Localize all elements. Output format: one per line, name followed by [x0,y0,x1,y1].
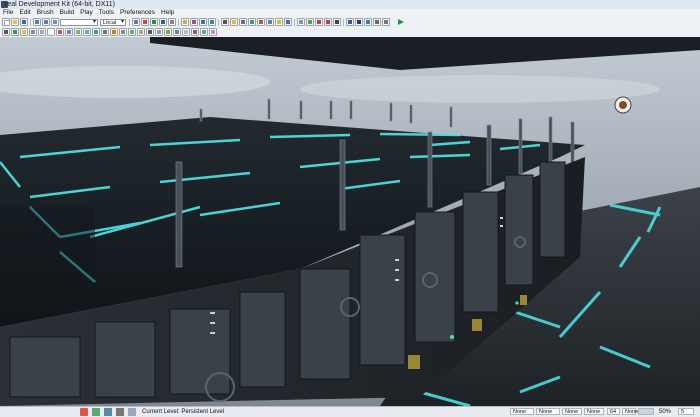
menu-item-tools[interactable]: Tools [99,9,114,17]
scene-render [0,37,700,406]
cloud [300,75,660,103]
maximize-viewport-icon[interactable] [146,28,154,36]
rotate-icon[interactable] [150,18,158,26]
grid-size-field[interactable]: 64 [607,408,620,415]
fov-icon[interactable] [137,28,145,36]
particles-icon[interactable] [209,28,217,36]
toolbar-divider [129,19,130,26]
build-lighting-icon[interactable] [275,18,283,26]
post-process-icon[interactable] [164,28,172,36]
lighting-icon[interactable] [230,18,238,26]
unlit-icon[interactable] [38,28,46,36]
settings-icon[interactable] [382,18,390,26]
current-level-value: Persistent Level [181,409,225,415]
reflection-icon[interactable] [83,28,91,36]
level-streaming-icon[interactable] [128,28,136,36]
menu-items: File Edit Brush Build Play Tools Preferences He… [3,9,180,17]
play-icon[interactable] [396,18,404,26]
mobile-icon[interactable] [364,18,372,26]
record-icon[interactable] [315,18,323,26]
scale-icon[interactable] [159,18,167,26]
preview-icon[interactable] [173,28,181,36]
menu-item-file[interactable]: File [3,9,13,17]
menu-item-preferences[interactable]: Preferences [120,9,155,17]
pc-icon[interactable] [346,18,354,26]
volumes-icon[interactable] [200,28,208,36]
slate-icon[interactable] [297,18,305,26]
redo-icon[interactable] [42,18,50,26]
menu-item-build[interactable]: Build [60,9,74,17]
fog-icon[interactable] [182,28,190,36]
status-bar: Current Level: Persistent Level None Non… [0,406,700,417]
content-browser-icon[interactable] [181,18,189,26]
save-icon[interactable] [20,18,28,26]
snap-toggle[interactable] [638,408,654,415]
game-view-icon[interactable] [92,28,100,36]
menu-item-help[interactable]: Help [161,9,174,17]
undo-icon[interactable] [33,18,41,26]
device-icon[interactable] [373,18,381,26]
wireframe-icon[interactable] [29,28,37,36]
rotation-snap-field[interactable]: 5 [678,408,694,415]
toolbar-divider [294,19,295,26]
geometry-icon[interactable] [239,18,247,26]
current-level-label: Current Level: [142,409,180,415]
snap-icon[interactable] [168,18,176,26]
matinee-icon[interactable] [199,18,207,26]
search-input[interactable] [60,19,98,26]
window-title: real Development Kit (64-bit, DX11) [5,1,115,8]
build-all-icon[interactable] [284,18,292,26]
camera-icon[interactable] [221,18,229,26]
realtime-icon[interactable] [306,18,314,26]
search-icon[interactable] [51,18,59,26]
stop-icon[interactable] [324,18,332,26]
grate-panel [0,207,95,307]
transform-mode-select[interactable]: Local [100,19,126,26]
pause-icon[interactable] [333,18,341,26]
snap-field-4[interactable]: None [584,408,604,415]
level-viewport[interactable] [0,37,700,406]
player-start-marker[interactable] [614,96,632,114]
grid-icon[interactable] [155,28,163,36]
toolbar-divider [178,19,179,26]
toolbar-divider [30,19,31,26]
cover-icon[interactable] [257,18,265,26]
kismet-icon[interactable] [190,18,198,26]
warning-icon[interactable] [80,408,88,416]
lit-icon[interactable] [20,28,28,36]
complexity-icon[interactable] [56,28,64,36]
menu-item-brush[interactable]: Brush [37,9,54,17]
bounds-icon[interactable] [191,28,199,36]
new-icon[interactable] [2,18,10,26]
snap-field-5[interactable]: None [622,408,638,415]
viewport-type-icon[interactable] [2,28,10,36]
console-icon[interactable] [355,18,363,26]
realtime-toggle-icon[interactable] [11,28,19,36]
texture-icon[interactable] [74,28,82,36]
build-icon[interactable] [92,408,100,416]
toolbar-divider [343,19,344,26]
paths-icon[interactable] [248,18,256,26]
lighting-only-icon[interactable] [47,28,55,36]
show-flags-icon[interactable] [119,28,127,36]
snap-field-2[interactable]: None [536,408,560,415]
open-icon[interactable] [11,18,19,26]
build-geometry-icon[interactable] [266,18,274,26]
snap-field-3[interactable]: None [562,408,582,415]
move-icon[interactable] [141,18,149,26]
camera-speed-icon[interactable] [101,28,109,36]
menu-item-edit[interactable]: Edit [19,9,30,17]
title-bar: real Development Kit (64-bit, DX11) [0,0,700,9]
level-icon[interactable] [104,408,112,416]
camera-icon[interactable] [128,408,136,416]
lock-icon[interactable] [110,28,118,36]
scene-icon[interactable] [208,18,216,26]
lock-level-icon[interactable] [116,408,124,416]
snap-field-1[interactable]: None [510,408,534,415]
toolbar-divider [218,19,219,26]
select-icon[interactable] [132,18,140,26]
shader-icon[interactable] [65,28,73,36]
menu-item-play[interactable]: Play [80,9,93,17]
